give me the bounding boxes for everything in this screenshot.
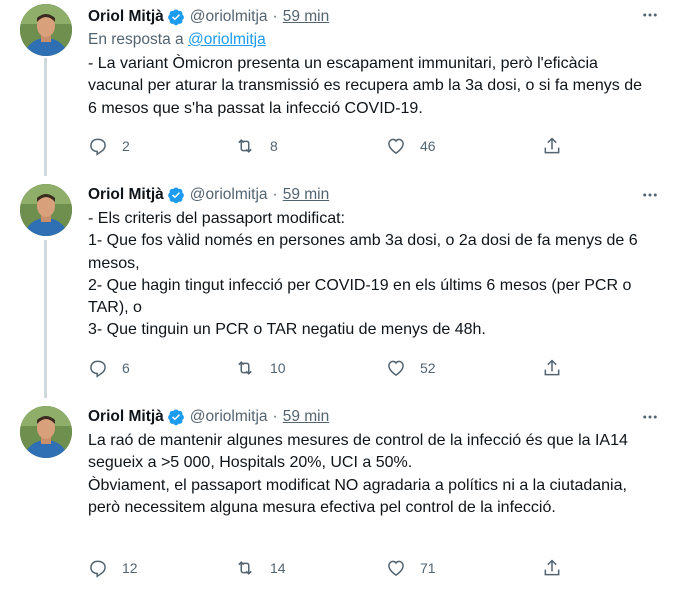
reply-context: En resposta a @oriolmitja [88, 29, 653, 51]
retweet-icon [238, 361, 252, 375]
retweet-count: 8 [270, 138, 278, 154]
tweet[interactable]: Oriol Mitjà @oriolmitja · 59 min La raó … [0, 404, 673, 592]
share-button[interactable] [542, 558, 562, 578]
author-name[interactable]: Oriol Mitjà [88, 408, 164, 426]
author-handle[interactable]: @oriolmitja [190, 8, 268, 26]
verified-badge-icon [167, 186, 185, 204]
reply-count: 2 [122, 138, 130, 154]
retweet-button[interactable]: 8 [234, 136, 278, 156]
share-icon [544, 559, 560, 576]
tweet-header: Oriol Mitjà @oriolmitja · 59 min [88, 6, 653, 28]
like-button[interactable]: 46 [386, 136, 436, 156]
tweet-header: Oriol Mitjà @oriolmitja · 59 min [88, 184, 653, 206]
reply-button[interactable]: 2 [88, 136, 130, 156]
timestamp[interactable]: 59 min [283, 8, 330, 26]
verified-badge-icon [167, 8, 185, 26]
like-button[interactable]: 71 [386, 558, 436, 578]
reply-icon [90, 138, 106, 156]
retweet-count: 14 [270, 560, 286, 576]
reply-button[interactable]: 12 [88, 558, 138, 578]
author-name[interactable]: Oriol Mitjà [88, 8, 164, 26]
retweet-count: 10 [270, 360, 286, 376]
like-count: 71 [420, 560, 436, 576]
share-button[interactable] [542, 358, 562, 378]
reply-handle-link[interactable]: @oriolmitja [188, 31, 266, 48]
more-icon[interactable] [639, 184, 661, 206]
avatar-photo-icon [20, 406, 72, 458]
verified-badge-icon [167, 408, 185, 426]
reply-count: 6 [122, 360, 130, 376]
like-icon [388, 360, 404, 376]
reply-prefix: En resposta a [88, 31, 184, 48]
tweet-text: La raó de mantenir algunes mesures de co… [88, 432, 628, 516]
tweet[interactable]: Oriol Mitjà @oriolmitja · 59 min En resp… [0, 0, 673, 170]
like-count: 52 [420, 360, 436, 376]
tweet-header: Oriol Mitjà @oriolmitja · 59 min [88, 406, 653, 428]
tweet[interactable]: Oriol Mitjà @oriolmitja · 59 min - Els c… [0, 182, 673, 392]
avatar-photo-icon [20, 4, 72, 56]
tweet-text: - La variant Òmicron presenta un escapam… [88, 55, 643, 117]
share-icon [544, 137, 560, 154]
avatar[interactable] [20, 406, 72, 458]
timestamp[interactable]: 59 min [283, 186, 330, 204]
retweet-button[interactable]: 14 [234, 558, 286, 578]
tweet-text: - Els criteris del passaport modificat: … [88, 210, 638, 339]
like-icon [388, 560, 404, 576]
retweet-icon [238, 561, 252, 575]
avatar-photo-icon [20, 184, 72, 236]
avatar[interactable] [20, 184, 72, 236]
author-name[interactable]: Oriol Mitjà [88, 186, 164, 204]
reply-icon [90, 360, 106, 378]
separator-dot: · [272, 408, 278, 425]
action-bar: 2 8 46 [88, 134, 568, 158]
more-icon[interactable] [639, 4, 661, 26]
share-button[interactable] [542, 136, 562, 156]
retweet-button[interactable]: 10 [234, 358, 286, 378]
avatar[interactable] [20, 4, 72, 56]
reply-count: 12 [122, 560, 138, 576]
share-icon [544, 359, 560, 376]
author-handle[interactable]: @oriolmitja [190, 408, 268, 426]
action-bar: 6 10 52 [88, 356, 568, 380]
author-handle[interactable]: @oriolmitja [190, 186, 268, 204]
separator-dot: · [272, 186, 278, 203]
like-icon [388, 138, 404, 154]
action-bar: 12 14 71 [88, 556, 568, 580]
like-button[interactable]: 52 [386, 358, 436, 378]
more-icon[interactable] [639, 406, 661, 428]
reply-icon [90, 560, 106, 578]
like-count: 46 [420, 138, 436, 154]
timestamp[interactable]: 59 min [283, 408, 330, 426]
retweet-icon [238, 139, 252, 153]
separator-dot: · [272, 8, 278, 25]
reply-button[interactable]: 6 [88, 358, 130, 378]
